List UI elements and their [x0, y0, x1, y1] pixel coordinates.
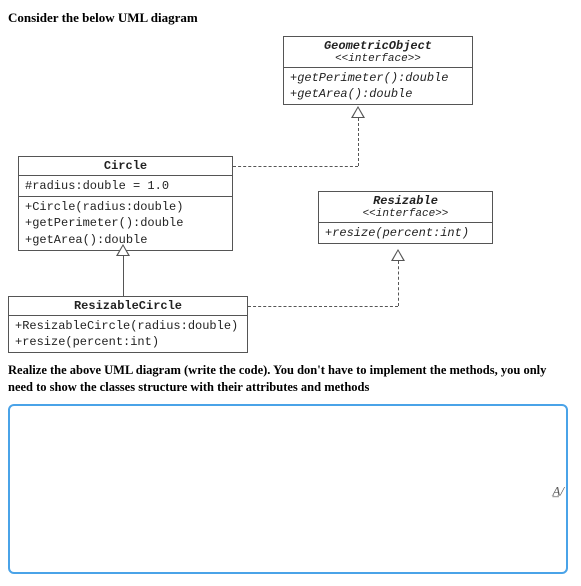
- instruction-text: Realize the above UML diagram (write the…: [8, 362, 573, 396]
- uml-title-resizablecircle: ResizableCircle: [9, 297, 247, 316]
- stereotype: <<interface>>: [323, 208, 488, 220]
- connector-line: [233, 166, 358, 167]
- connector-line: [248, 306, 398, 307]
- uml-methods: +Circle(radius:double) +getPerimeter():d…: [19, 197, 232, 250]
- uml-title-geometricobject: GeometricObject <<interface>>: [284, 37, 472, 68]
- uml-method: +getPerimeter():double: [25, 215, 226, 231]
- uml-title-resizable: Resizable <<interface>>: [319, 192, 492, 223]
- uml-class-resizablecircle: ResizableCircle +ResizableCircle(radius:…: [8, 296, 248, 353]
- uml-method: +resize(percent:int): [325, 225, 486, 241]
- uml-diagram: GeometricObject <<interface>> +getPerime…: [8, 36, 573, 356]
- uml-attribute: #radius:double = 1.0: [25, 178, 226, 194]
- uml-attributes: #radius:double = 1.0: [19, 176, 232, 197]
- connector-line: [358, 118, 359, 166]
- connector-line: [123, 256, 124, 296]
- stereotype: <<interface>>: [288, 53, 468, 65]
- class-name: Resizable: [373, 194, 438, 208]
- uml-methods: +getPerimeter():double +getArea():double: [284, 68, 472, 104]
- uml-method: +getArea():double: [290, 86, 466, 102]
- connector-line: [398, 261, 399, 306]
- uml-class-geometricobject: GeometricObject <<interface>> +getPerime…: [283, 36, 473, 105]
- uml-methods: +ResizableCircle(radius:double) +resize(…: [9, 316, 247, 352]
- class-name: ResizableCircle: [74, 299, 182, 313]
- uml-class-circle: Circle #radius:double = 1.0 +Circle(radi…: [18, 156, 233, 251]
- answer-input[interactable]: [8, 404, 568, 574]
- font-size-toggle-icon[interactable]: A̲/: [552, 484, 564, 497]
- uml-methods: +resize(percent:int): [319, 223, 492, 243]
- realization-arrow-icon: [391, 249, 405, 261]
- class-name: Circle: [104, 159, 147, 173]
- realization-arrow-icon: [351, 106, 365, 118]
- uml-method: +getPerimeter():double: [290, 70, 466, 86]
- uml-method: +ResizableCircle(radius:double): [15, 318, 241, 334]
- uml-class-resizable: Resizable <<interface>> +resize(percent:…: [318, 191, 493, 244]
- uml-method: +resize(percent:int): [15, 334, 241, 350]
- generalization-arrow-icon: [116, 244, 130, 256]
- uml-method: +Circle(radius:double): [25, 199, 226, 215]
- class-name: GeometricObject: [324, 39, 432, 53]
- uml-title-circle: Circle: [19, 157, 232, 176]
- page-heading: Consider the below UML diagram: [8, 10, 573, 26]
